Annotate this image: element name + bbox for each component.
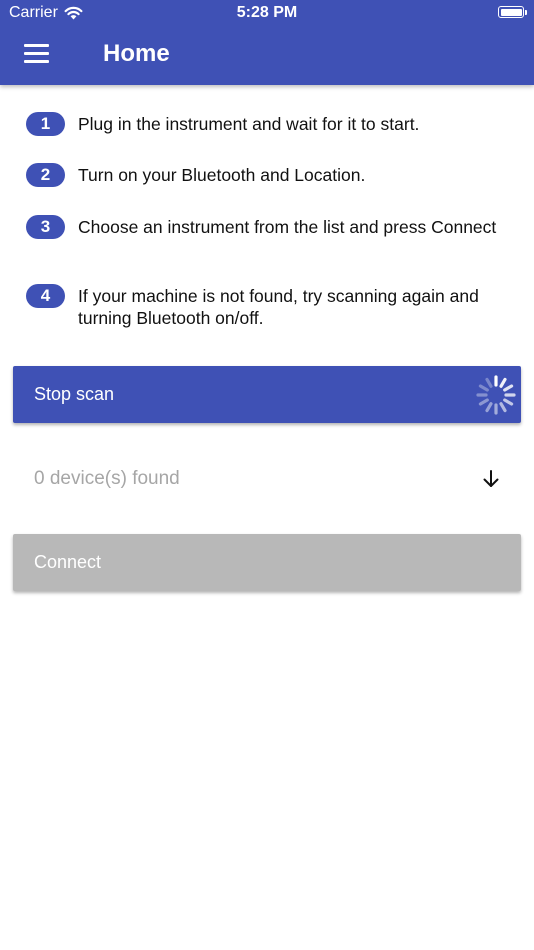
app-bar: Carrier 5:28 PM Home [0,0,534,85]
step-item: 1 Plug in the instrument and wait for it… [26,112,518,136]
device-count-label: 0 device(s) found [34,468,180,489]
battery-icon [498,6,527,18]
connect-button[interactable]: Connect [13,534,521,591]
step-number-badge: 1 [26,112,65,136]
step-text: Plug in the instrument and wait for it t… [78,114,420,134]
loading-spinner-icon [476,375,516,415]
arrow-down-icon [483,470,499,487]
status-time: 5:28 PM [236,4,298,21]
stop-scan-label: Stop scan [34,384,115,404]
step-item: 2 Turn on your Bluetooth and Location. [26,163,518,187]
menu-line [24,44,49,47]
step-text: Choose an instrument from the list and p… [78,217,497,237]
page-title: Home [103,40,170,67]
step-text: Turn on your Bluetooth and Location. [78,165,366,185]
status-bar: Carrier 5:28 PM [0,0,534,28]
menu-line [24,52,49,55]
step-item: 3 Choose an instrument from the list and… [26,215,518,239]
step-number-badge: 4 [26,284,65,308]
battery-level [500,8,522,16]
stop-scan-button[interactable]: Stop scan [13,366,521,423]
device-dropdown[interactable]: 0 device(s) found [13,450,521,508]
step-text: If your machine is not found, try scanni… [78,286,479,328]
step-number-badge: 2 [26,163,65,187]
connect-label: Connect [34,552,102,572]
step-item: 4 If your machine is not found, try scan… [26,284,518,329]
step-number-badge: 3 [26,215,65,239]
menu-line [24,60,49,63]
hamburger-menu-icon[interactable] [24,44,49,63]
